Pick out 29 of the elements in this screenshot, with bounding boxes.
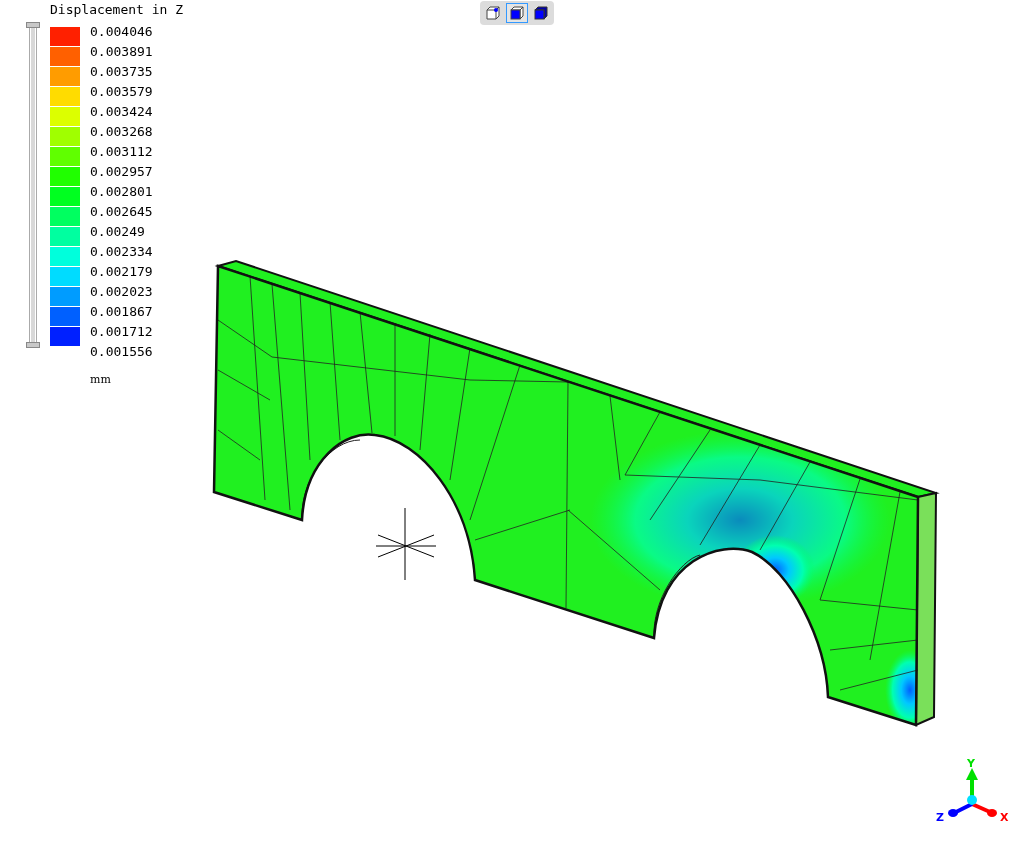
- x-axis-label: X: [1000, 811, 1009, 824]
- unit-label: mm: [90, 372, 111, 388]
- legend-value: 0.002023: [90, 283, 153, 301]
- shaded-cube-icon: [533, 5, 549, 21]
- legend-value: 0.00249: [90, 223, 146, 241]
- wireframe-cube-icon: [485, 5, 501, 21]
- axis-triad-drawing: [948, 768, 997, 817]
- y-axis-label: Y: [967, 757, 975, 770]
- legend-value: 0.001556: [90, 343, 153, 361]
- legend-title: Displacement in Z: [50, 2, 184, 18]
- legend-value: 0.002334: [90, 243, 153, 261]
- solid-cube-icon: [509, 5, 525, 21]
- view-mode-button[interactable]: [506, 3, 528, 23]
- slider-handle[interactable]: [26, 342, 40, 348]
- legend-value: 0.003268: [90, 123, 153, 141]
- legend-value: 0.003735: [90, 63, 153, 81]
- legend-value: 0.002957: [90, 163, 153, 181]
- legend-value: 0.001712: [90, 323, 153, 341]
- legend-value: 0.003891: [90, 43, 153, 61]
- legend-value: 0.003112: [90, 143, 153, 161]
- legend-value: 0.004046: [90, 23, 153, 41]
- slider-handle[interactable]: [26, 22, 40, 28]
- legend-value: 0.002179: [90, 263, 153, 281]
- legend-value: 0.003424: [90, 103, 153, 121]
- z-axis-label: Z: [936, 811, 944, 824]
- legend-value: 0.001867: [90, 303, 153, 321]
- legend-value: 0.002801: [90, 183, 153, 201]
- legend-value: 0.003579: [90, 83, 153, 101]
- legend-value: 0.002645: [90, 203, 153, 221]
